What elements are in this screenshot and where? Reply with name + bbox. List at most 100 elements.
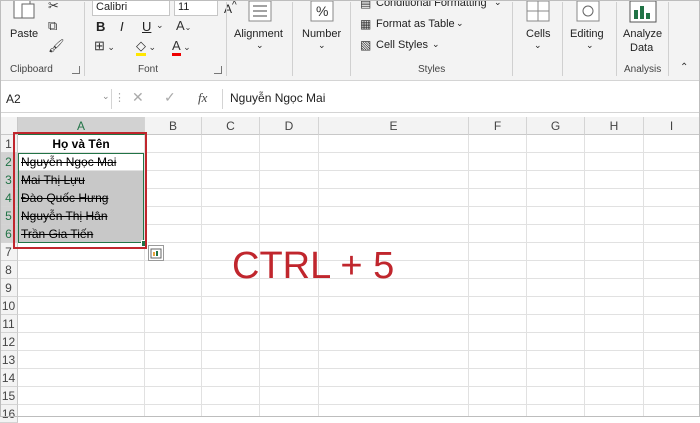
gridline	[18, 332, 700, 333]
analyze-data-icon	[629, 0, 657, 23]
fill-color-icon[interactable]: ◇ ⌄	[136, 38, 156, 56]
font-color-icon[interactable]: A ⌄	[172, 38, 191, 56]
gridline	[526, 135, 527, 417]
alignment-chevron-icon: ⌄	[256, 40, 264, 50]
cells-chevron-icon: ⌄	[534, 40, 542, 50]
editing-icon	[576, 0, 600, 22]
formula-bar: A2 ⌄ ⋮ ✕ ✓ fx Nguyễn Ngọc Mai	[0, 86, 700, 113]
analysis-group-label: Analysis	[624, 64, 662, 75]
separator	[226, 2, 227, 76]
bold-button[interactable]: B	[96, 19, 105, 34]
cell-styles-icon[interactable]: ▧	[360, 38, 371, 52]
alignment-icon	[248, 0, 272, 22]
cells-icon	[526, 0, 550, 22]
row-header-14[interactable]: 14	[0, 369, 18, 387]
alignment-button[interactable]: Alignment ⌄	[232, 0, 288, 60]
gridline	[468, 135, 469, 417]
gridline	[18, 350, 700, 351]
clipboard-group-label: Clipboard	[10, 64, 53, 75]
format-table-chevron-icon: ⌄	[456, 18, 464, 28]
number-button[interactable]: % Number ⌄	[298, 0, 346, 60]
underline-button[interactable]: U	[142, 19, 151, 34]
gridline	[18, 386, 700, 387]
analyze-label-1: Analyze	[623, 28, 663, 40]
highlight-box	[13, 132, 147, 249]
column-header-g[interactable]: G	[527, 117, 585, 135]
more-icon: ⋮	[114, 92, 125, 104]
separator	[562, 2, 563, 76]
cancel-icon[interactable]: ✕	[132, 89, 144, 106]
row-header-11[interactable]: 11	[0, 315, 18, 333]
formula-input[interactable]: Nguyễn Ngọc Mai	[230, 91, 325, 105]
collapse-ribbon-icon[interactable]: ⌃	[680, 62, 688, 73]
gridline	[643, 135, 644, 417]
font-group-label: Font	[138, 64, 159, 75]
shortcut-overlay-text: CTRL + 5	[232, 245, 395, 287]
cell-styles-chevron-icon: ⌄	[432, 39, 440, 49]
name-box[interactable]: A2	[2, 89, 112, 109]
styles-group-label: Styles	[418, 64, 446, 75]
separator	[350, 2, 351, 76]
gridline	[201, 135, 202, 417]
copy-icon[interactable]: ⧉	[48, 18, 57, 34]
gridline	[18, 314, 700, 315]
analyze-data-button[interactable]: Analyze Data	[620, 0, 666, 60]
cells-label: Cells	[526, 28, 551, 40]
paste-icon	[13, 0, 35, 19]
italic-button[interactable]: I	[120, 19, 124, 34]
cells-button[interactable]: Cells ⌄	[518, 0, 558, 60]
ribbon: Paste ✂ ⧉ 🖌 Clipboard Calibri 11 A^ B I …	[0, 0, 700, 81]
gridline	[18, 296, 700, 297]
column-header-d[interactable]: D	[260, 117, 319, 135]
alignment-label: Alignment	[234, 28, 283, 40]
enter-icon[interactable]: ✓	[164, 89, 176, 106]
insert-function-button[interactable]: fx	[198, 90, 207, 106]
separator	[84, 2, 85, 76]
column-header-h[interactable]: H	[585, 117, 644, 135]
font-name-box[interactable]: Calibri	[92, 0, 170, 16]
row-header-15[interactable]: 15	[0, 387, 18, 405]
quick-analysis-button[interactable]	[148, 245, 164, 261]
editing-button[interactable]: Editing ⌄	[566, 0, 612, 60]
conditional-formatting-icon[interactable]: ▤	[360, 0, 371, 10]
format-as-table-icon[interactable]: ▦	[360, 17, 371, 31]
quick-analysis-icon	[150, 248, 162, 259]
editing-label: Editing	[570, 28, 604, 40]
gridline	[18, 404, 700, 405]
clipboard-launcher[interactable]	[72, 66, 80, 74]
gridline	[18, 368, 700, 369]
column-header-c[interactable]: C	[202, 117, 260, 135]
borders-icon[interactable]: ⊞ ⌄	[94, 38, 115, 54]
conditional-chevron-icon: ⌄	[494, 0, 502, 7]
conditional-formatting-button[interactable]: Conditional Formatting	[376, 0, 487, 9]
format-as-table-button[interactable]: Format as Table	[376, 18, 455, 30]
row-header-12[interactable]: 12	[0, 333, 18, 351]
column-header-i[interactable]: I	[644, 117, 700, 135]
underline-dropdown-icon[interactable]: ⌄	[156, 20, 164, 31]
separator	[616, 2, 617, 76]
spreadsheet-grid[interactable]: A B C D E F G H I 1 2 3 4 5 6 7 8 9 10 1…	[0, 117, 700, 423]
paste-button[interactable]: Paste	[6, 0, 42, 46]
font-launcher[interactable]	[214, 66, 222, 74]
number-chevron-icon: ⌄	[318, 40, 326, 50]
cell-styles-button[interactable]: Cell Styles	[376, 39, 428, 51]
cut-icon[interactable]: ✂	[48, 0, 59, 14]
analyze-label-2: Data	[630, 42, 654, 54]
font-color-small-icon[interactable]: A⌄	[176, 18, 191, 33]
row-header-8[interactable]: 8	[0, 261, 18, 279]
column-header-b[interactable]: B	[145, 117, 202, 135]
font-size-box[interactable]: 11	[174, 0, 218, 16]
separator	[512, 2, 513, 76]
number-label: Number	[302, 28, 342, 40]
editing-chevron-icon: ⌄	[586, 40, 594, 50]
row-header-9[interactable]: 9	[0, 279, 18, 297]
paste-label: Paste	[10, 28, 39, 40]
column-header-f[interactable]: F	[469, 117, 527, 135]
row-header-13[interactable]: 13	[0, 351, 18, 369]
gridline	[584, 135, 585, 417]
row-header-16[interactable]: 16	[0, 405, 18, 423]
name-box-dropdown-icon[interactable]: ⌄	[102, 91, 110, 102]
format-painter-icon[interactable]: 🖌	[48, 38, 65, 54]
row-header-10[interactable]: 10	[0, 297, 18, 315]
column-header-e[interactable]: E	[319, 117, 469, 135]
